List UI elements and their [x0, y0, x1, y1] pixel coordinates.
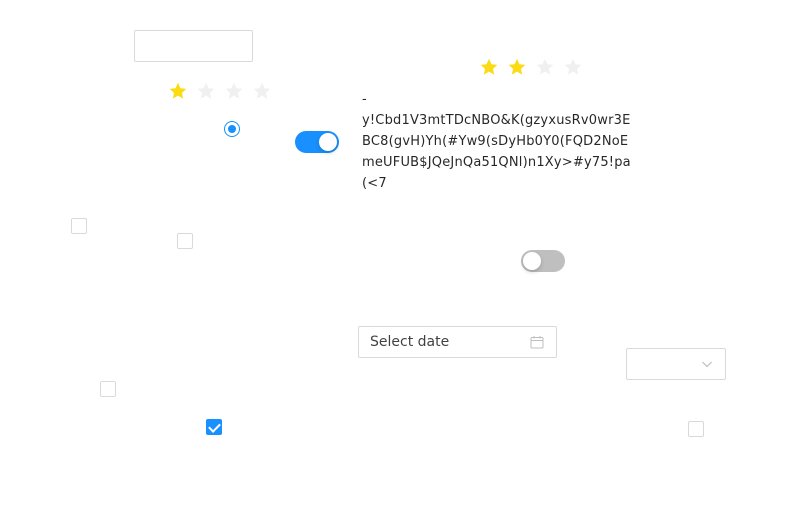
date-picker[interactable]: Select date: [358, 326, 557, 358]
star-empty-icon[interactable]: [535, 57, 555, 77]
switch-knob: [319, 133, 337, 151]
calendar-icon: [530, 336, 544, 349]
date-picker-placeholder: Select date: [370, 334, 450, 350]
check-icon: [208, 420, 221, 433]
checkbox[interactable]: [71, 218, 87, 234]
toggle-switch-on[interactable]: [295, 131, 339, 153]
checkbox[interactable]: [688, 421, 704, 437]
star-filled-icon[interactable]: [479, 57, 499, 77]
star-empty-icon[interactable]: [224, 81, 244, 101]
select-dropdown[interactable]: [626, 348, 726, 380]
switch-knob: [523, 252, 541, 270]
star-empty-icon[interactable]: [196, 81, 216, 101]
star-filled-icon[interactable]: [168, 81, 188, 101]
random-text-paragraph: - y!Cbd1V3mtTDcNBO&K(gzyxusRv0wr3EBC8(gvH…: [362, 92, 631, 191]
star-empty-icon[interactable]: [252, 81, 272, 101]
checkbox-checked[interactable]: [206, 419, 222, 435]
star-empty-icon[interactable]: [563, 57, 583, 77]
star-rating-left[interactable]: [168, 81, 272, 101]
checkbox[interactable]: [177, 233, 193, 249]
radio-button[interactable]: [224, 121, 240, 137]
text-input[interactable]: [134, 30, 253, 62]
chevron-down-icon: [702, 361, 712, 368]
star-filled-icon[interactable]: [507, 57, 527, 77]
checkbox[interactable]: [100, 381, 116, 397]
star-rating-right[interactable]: [479, 57, 583, 77]
radio-dot: [228, 125, 236, 133]
toggle-switch-off[interactable]: [521, 250, 565, 272]
